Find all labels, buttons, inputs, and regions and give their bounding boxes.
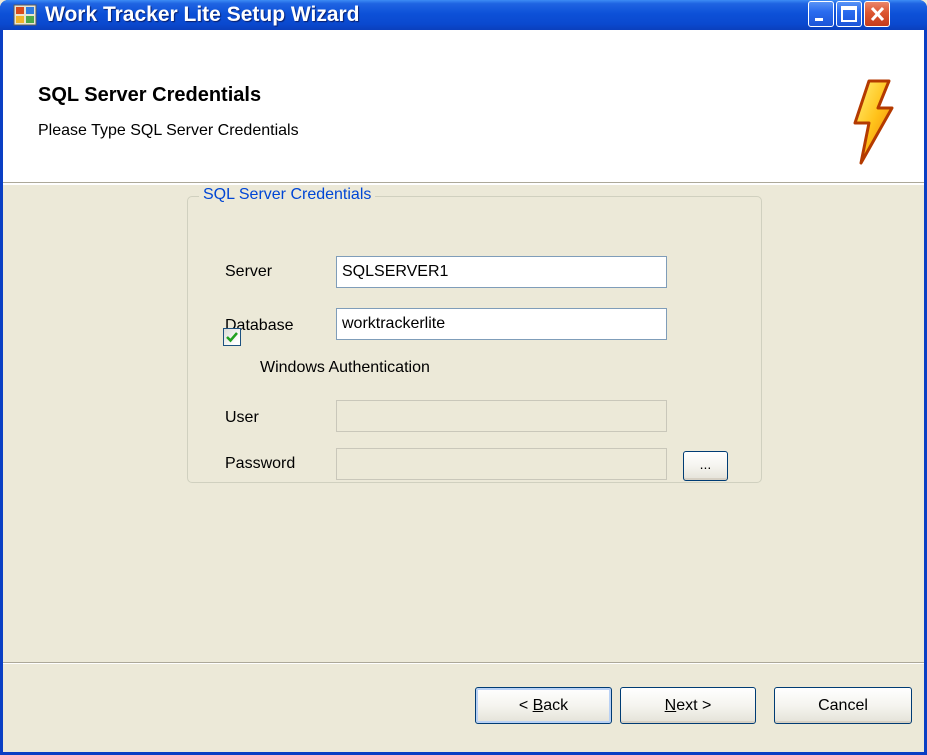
windows-authentication-label[interactable]: Windows Authentication [260,359,430,377]
server-input[interactable]: SQLSERVER1 [336,256,667,288]
maximize-button[interactable] [836,1,862,27]
title-bar[interactable]: Work Tracker Lite Setup Wizard [0,0,927,30]
database-input[interactable]: worktrackerlite [336,308,667,340]
checkmark-icon [226,332,238,343]
page-title: SQL Server Credentials [38,84,262,106]
page-subtitle: Please Type SQL Server Credentials [38,122,299,139]
password-label: Password [225,455,296,472]
browse-button[interactable]: ... [683,451,728,481]
close-icon [870,6,885,22]
back-prefix: < [518,697,533,714]
next-rest: ext > [676,697,712,714]
minimize-button[interactable] [808,1,834,27]
setup-wizard-window: Work Tracker Lite Setup Wizard SQL Serve… [0,0,927,755]
lightning-bolt-icon [849,78,895,166]
next-button[interactable]: Next > [620,687,756,724]
user-input[interactable] [336,400,667,432]
wizard-header: SQL Server Credentials Please Type SQL S… [3,30,924,185]
app-window-icon [13,3,37,27]
close-button[interactable] [864,1,890,27]
user-label: User [225,409,259,426]
cancel-button[interactable]: Cancel [774,687,912,724]
windows-authentication-checkbox[interactable] [223,328,241,346]
back-button[interactable]: < Back [475,687,612,724]
back-accel: B [532,697,544,714]
next-accel: N [664,697,677,714]
back-rest: ack [543,697,569,714]
footer-separator [3,662,924,664]
groupbox-legend: SQL Server Credentials [199,186,376,204]
password-input[interactable] [336,448,667,480]
maximize-icon [841,6,857,22]
server-label: Server [225,263,273,280]
window-title: Work Tracker Lite Setup Wizard [45,3,360,26]
minimize-icon [815,18,823,21]
